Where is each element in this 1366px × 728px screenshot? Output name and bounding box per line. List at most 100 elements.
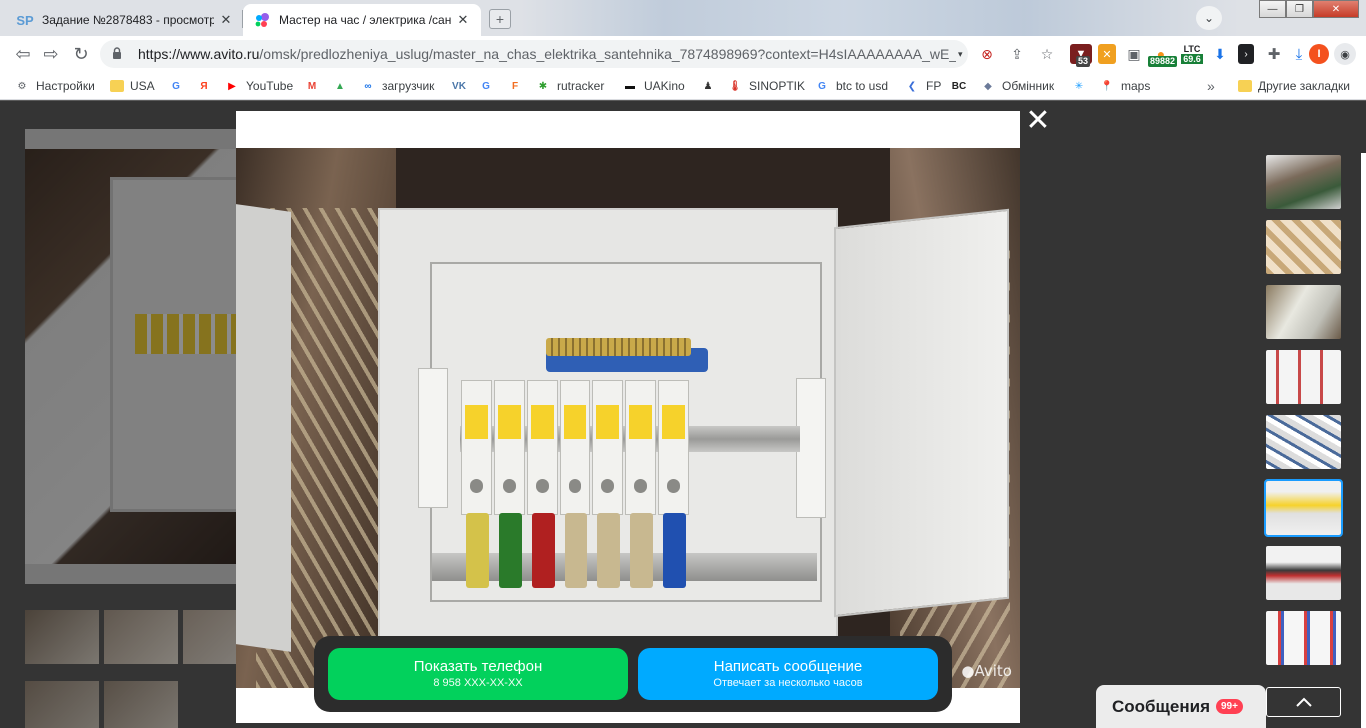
bookmark-настройки[interactable]: ⚙ Настройки bbox=[14, 77, 95, 95]
tab-close-icon[interactable]: ✕ bbox=[218, 12, 234, 28]
avito-favicon-icon bbox=[253, 12, 271, 28]
bookmark-google[interactable]: G bbox=[168, 77, 184, 95]
forward-arrow-icon[interactable]: ⇨ bbox=[40, 43, 62, 65]
photo-bracket bbox=[418, 368, 448, 508]
photo-breaker bbox=[526, 380, 558, 515]
bookmark-bc[interactable]: BC bbox=[951, 77, 967, 95]
viewer-thumbnail[interactable] bbox=[1266, 285, 1341, 339]
watermark-text: Avito bbox=[974, 662, 1013, 680]
viewer-thumbnail-selected[interactable] bbox=[1264, 479, 1343, 537]
viewer-thumbnail[interactable] bbox=[1266, 611, 1341, 665]
bookmark-uakino[interactable]: ▬ UAKino bbox=[622, 77, 685, 95]
thumbnail-scrollbar[interactable] bbox=[1361, 153, 1366, 728]
bookmark-загрузчик[interactable]: ∞ загрузчик bbox=[360, 77, 434, 95]
bookmark-chess[interactable]: ♟ bbox=[700, 77, 716, 95]
f-icon: F bbox=[511, 80, 519, 92]
bookmark-fp[interactable]: ❮ FP bbox=[904, 77, 942, 95]
other-bookmarks-label: Другие закладки bbox=[1258, 79, 1350, 93]
window-close-button[interactable]: ✕ bbox=[1313, 0, 1359, 18]
bookmark-label: maps bbox=[1121, 79, 1151, 93]
bookmark-btc-to-usd[interactable]: Gbtc to usd bbox=[814, 77, 888, 95]
new-tab-button[interactable]: + bbox=[489, 9, 511, 29]
show-phone-button[interactable]: Показать телефон 8 958 XXX-XX-XX bbox=[328, 648, 628, 700]
bookmarks-overflow-button[interactable]: » bbox=[1207, 77, 1215, 95]
extension-shield-icon[interactable]: ▼ 53 bbox=[1070, 44, 1092, 67]
maximize-button[interactable]: ❐ bbox=[1286, 0, 1313, 18]
tab-close-icon[interactable]: ✕ bbox=[455, 12, 471, 28]
url-text[interactable]: https://www.avito.ru/omsk/predlozheniya_… bbox=[138, 46, 956, 62]
downloads-icon[interactable]: ⤓ bbox=[1289, 44, 1309, 64]
extension-bitcoin-icon[interactable]: ● 89882 bbox=[1148, 44, 1178, 67]
bookmark-sinoptik[interactable]: 🌡 SINOPTIK bbox=[727, 77, 805, 95]
lock-icon[interactable] bbox=[112, 46, 126, 62]
bookmark-f[interactable]: F bbox=[507, 77, 523, 95]
address-bar[interactable]: https://www.avito.ru/omsk/predlozheniya_… bbox=[100, 40, 968, 68]
rutracker-icon: ✱ bbox=[538, 80, 548, 92]
blocked-icon[interactable]: ⊗ bbox=[972, 44, 1002, 64]
thermometer-icon: 🌡 bbox=[728, 80, 742, 92]
youtube-icon: ▶ bbox=[228, 80, 236, 92]
bookmark-translate[interactable]: G bbox=[478, 77, 494, 95]
messages-widget[interactable]: Сообщения 99+ bbox=[1096, 685, 1266, 728]
bookmark-drive[interactable]: ▲ bbox=[332, 77, 348, 95]
viewer-thumbnail[interactable] bbox=[1266, 415, 1341, 469]
profile-avatar[interactable]: I bbox=[1309, 44, 1329, 64]
contact-action-bar: Показать телефон 8 958 XXX-XX-XX Написат… bbox=[314, 636, 952, 712]
phone-number-masked: 8 958 XXX-XX-XX bbox=[433, 676, 523, 689]
ltc-label: LTC bbox=[1183, 44, 1201, 54]
avito-listing-page: ●Avito Показать телефон 8 958 XXX-XX-XX … bbox=[0, 101, 1366, 728]
photo-wire bbox=[498, 513, 522, 588]
extension-badge: 89882 bbox=[1148, 56, 1178, 67]
sync-avatar-icon[interactable]: ◉ bbox=[1334, 43, 1356, 65]
bookmark-vk[interactable]: VK bbox=[451, 77, 467, 95]
extension-terminal-icon[interactable]: › bbox=[1238, 44, 1254, 64]
back-arrow-icon[interactable]: ⇦ bbox=[12, 43, 34, 65]
tab-search-button[interactable]: ⌄ bbox=[1196, 6, 1222, 30]
photo-wires-bottom bbox=[461, 513, 691, 588]
photo-viewer-modal: ●Avito Показать телефон 8 958 XXX-XX-XX … bbox=[236, 111, 1020, 723]
reload-icon[interactable]: ↻ bbox=[70, 43, 92, 65]
avito-watermark: ●Avito bbox=[961, 662, 1012, 680]
extension-download-icon[interactable]: ⬇ bbox=[1211, 44, 1229, 64]
bookmark-yandex[interactable]: Я bbox=[196, 77, 212, 95]
extension-ltc-icon[interactable]: LTC 69.6 bbox=[1180, 44, 1204, 64]
star-burst-icon: ✳ bbox=[1074, 80, 1084, 92]
extension-badge: 53 bbox=[1076, 56, 1091, 67]
tab-task[interactable]: SP Задание №2878483 - просмотр з ✕ bbox=[6, 4, 244, 36]
url-dropdown-icon[interactable]: ▾ bbox=[958, 49, 963, 60]
photo-wire bbox=[663, 513, 687, 588]
share-icon[interactable]: ⇪ bbox=[1002, 44, 1032, 64]
viewer-main-photo[interactable]: ●Avito bbox=[236, 148, 1020, 688]
tab-avito[interactable]: Мастер на час / электрика /санте ✕ bbox=[243, 4, 481, 36]
bookmark-star-burst[interactable]: ✳ bbox=[1071, 77, 1087, 95]
write-message-button[interactable]: Написать сообщение Отвечает за несколько… bbox=[638, 648, 938, 700]
thumbnails-collapse-button[interactable] bbox=[1266, 687, 1341, 717]
bookmark-rutracker[interactable]: ✱ rutracker bbox=[535, 77, 605, 95]
other-bookmarks-folder[interactable]: Другие закладки bbox=[1238, 77, 1350, 95]
photo-circuit-breakers bbox=[461, 380, 691, 515]
viewer-thumbnail[interactable] bbox=[1266, 350, 1341, 404]
photo-breaker bbox=[658, 380, 690, 515]
viewer-close-icon[interactable]: ✕ bbox=[1025, 106, 1051, 136]
bookmark-star-icon[interactable]: ☆ bbox=[1032, 44, 1062, 64]
response-time-text: Отвечает за несколько часов bbox=[713, 676, 863, 689]
avito-logo-icon: ● bbox=[961, 662, 975, 680]
bookmark-label: загрузчик bbox=[382, 79, 435, 93]
bookmark-gmail[interactable]: M bbox=[304, 77, 320, 95]
bookmark-youtube[interactable]: ▶ YouTube bbox=[224, 77, 293, 95]
extensions-puzzle-icon[interactable]: ✚ bbox=[1264, 44, 1284, 64]
viewer-thumbnail[interactable] bbox=[1266, 155, 1341, 209]
browser-toolbar: ⇦ ⇨ ↻ https://www.avito.ru/omsk/predlozh… bbox=[0, 36, 1366, 72]
bookmark-label: UAKino bbox=[644, 79, 685, 93]
viewer-thumbnail[interactable] bbox=[1266, 546, 1341, 600]
gear-icon: ⚙ bbox=[17, 80, 27, 92]
bookmark-usa[interactable]: USA bbox=[110, 77, 155, 95]
tab-strip: SP Задание №2878483 - просмотр з ✕ Масте… bbox=[0, 0, 1366, 36]
extension-briefcase-icon[interactable]: ▣ bbox=[1124, 44, 1144, 64]
minimize-button[interactable]: — bbox=[1259, 0, 1286, 18]
extension-honey-icon[interactable]: ✕ bbox=[1098, 44, 1116, 64]
bookmark-maps[interactable]: 📍 maps bbox=[1099, 77, 1151, 95]
bookmark-обмінник[interactable]: ◆ Обмінник bbox=[980, 77, 1054, 95]
viewer-thumbnail[interactable] bbox=[1266, 220, 1341, 274]
photo-bracket bbox=[796, 378, 826, 518]
